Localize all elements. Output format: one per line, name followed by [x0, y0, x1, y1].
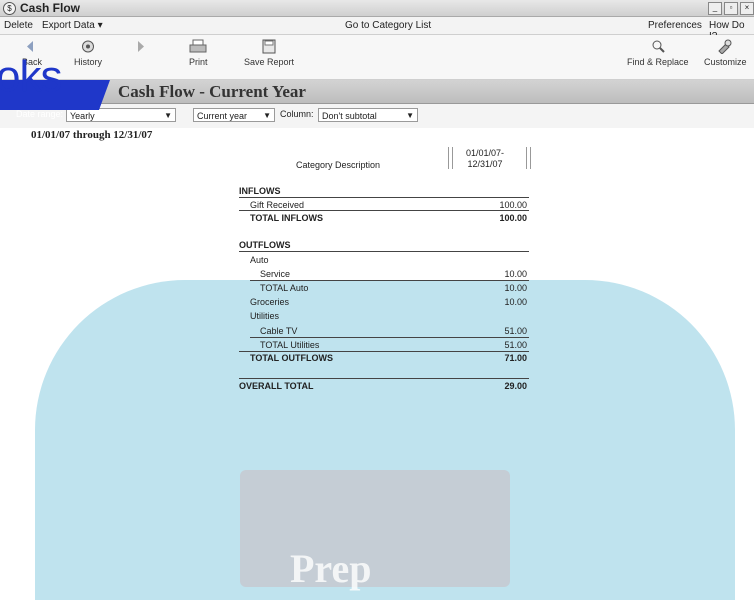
separator-line: [239, 251, 529, 252]
row-inflows: INFLOWS: [239, 186, 281, 196]
row-overall-total: OVERALL TOTAL: [239, 381, 314, 391]
amount-total-outflows: 71.00: [504, 353, 527, 363]
row-service[interactable]: Service: [260, 269, 290, 279]
row-utilities[interactable]: Utilities: [250, 311, 279, 321]
row-cable-tv[interactable]: Cable TV: [260, 326, 297, 336]
report-body: Category Description 01/01/07- 12/31/07 …: [0, 0, 754, 587]
row-auto[interactable]: Auto: [250, 255, 269, 265]
amount-gift-received[interactable]: 100.00: [467, 200, 527, 210]
amount-total-auto: 10.00: [504, 283, 527, 293]
row-total-utilities: TOTAL Utilities: [260, 340, 320, 350]
amount-cable-tv[interactable]: 51.00: [467, 326, 527, 336]
separator-line: [239, 197, 529, 198]
amount-total-inflows: 100.00: [499, 213, 527, 223]
row-total-inflows: TOTAL INFLOWS: [250, 213, 323, 223]
date-range-label: Date range:: [16, 109, 64, 119]
amount-total-utilities: 51.00: [504, 340, 527, 350]
separator-line: [250, 280, 529, 281]
column-divider[interactable]: [526, 147, 531, 169]
row-gift-received[interactable]: Gift Received: [250, 200, 304, 210]
row-total-auto: TOTAL Auto: [260, 283, 309, 293]
column-header-category[interactable]: Category Description: [296, 160, 380, 170]
watermark-text: oks: [0, 52, 62, 101]
separator-line: [239, 378, 529, 379]
column-header-period[interactable]: 01/01/07- 12/31/07: [466, 148, 504, 170]
separator-line: [239, 351, 529, 352]
amount-service[interactable]: 10.00: [467, 269, 527, 279]
row-total-outflows: TOTAL OUTFLOWS: [250, 353, 333, 363]
amount-overall-total: 29.00: [504, 381, 527, 391]
column-divider[interactable]: [448, 147, 453, 169]
row-groceries[interactable]: Groceries: [250, 297, 289, 307]
amount-groceries[interactable]: 10.00: [467, 297, 527, 307]
row-outflows: OUTFLOWS: [239, 240, 291, 250]
separator-line: [250, 337, 529, 338]
separator-line: [239, 210, 529, 211]
